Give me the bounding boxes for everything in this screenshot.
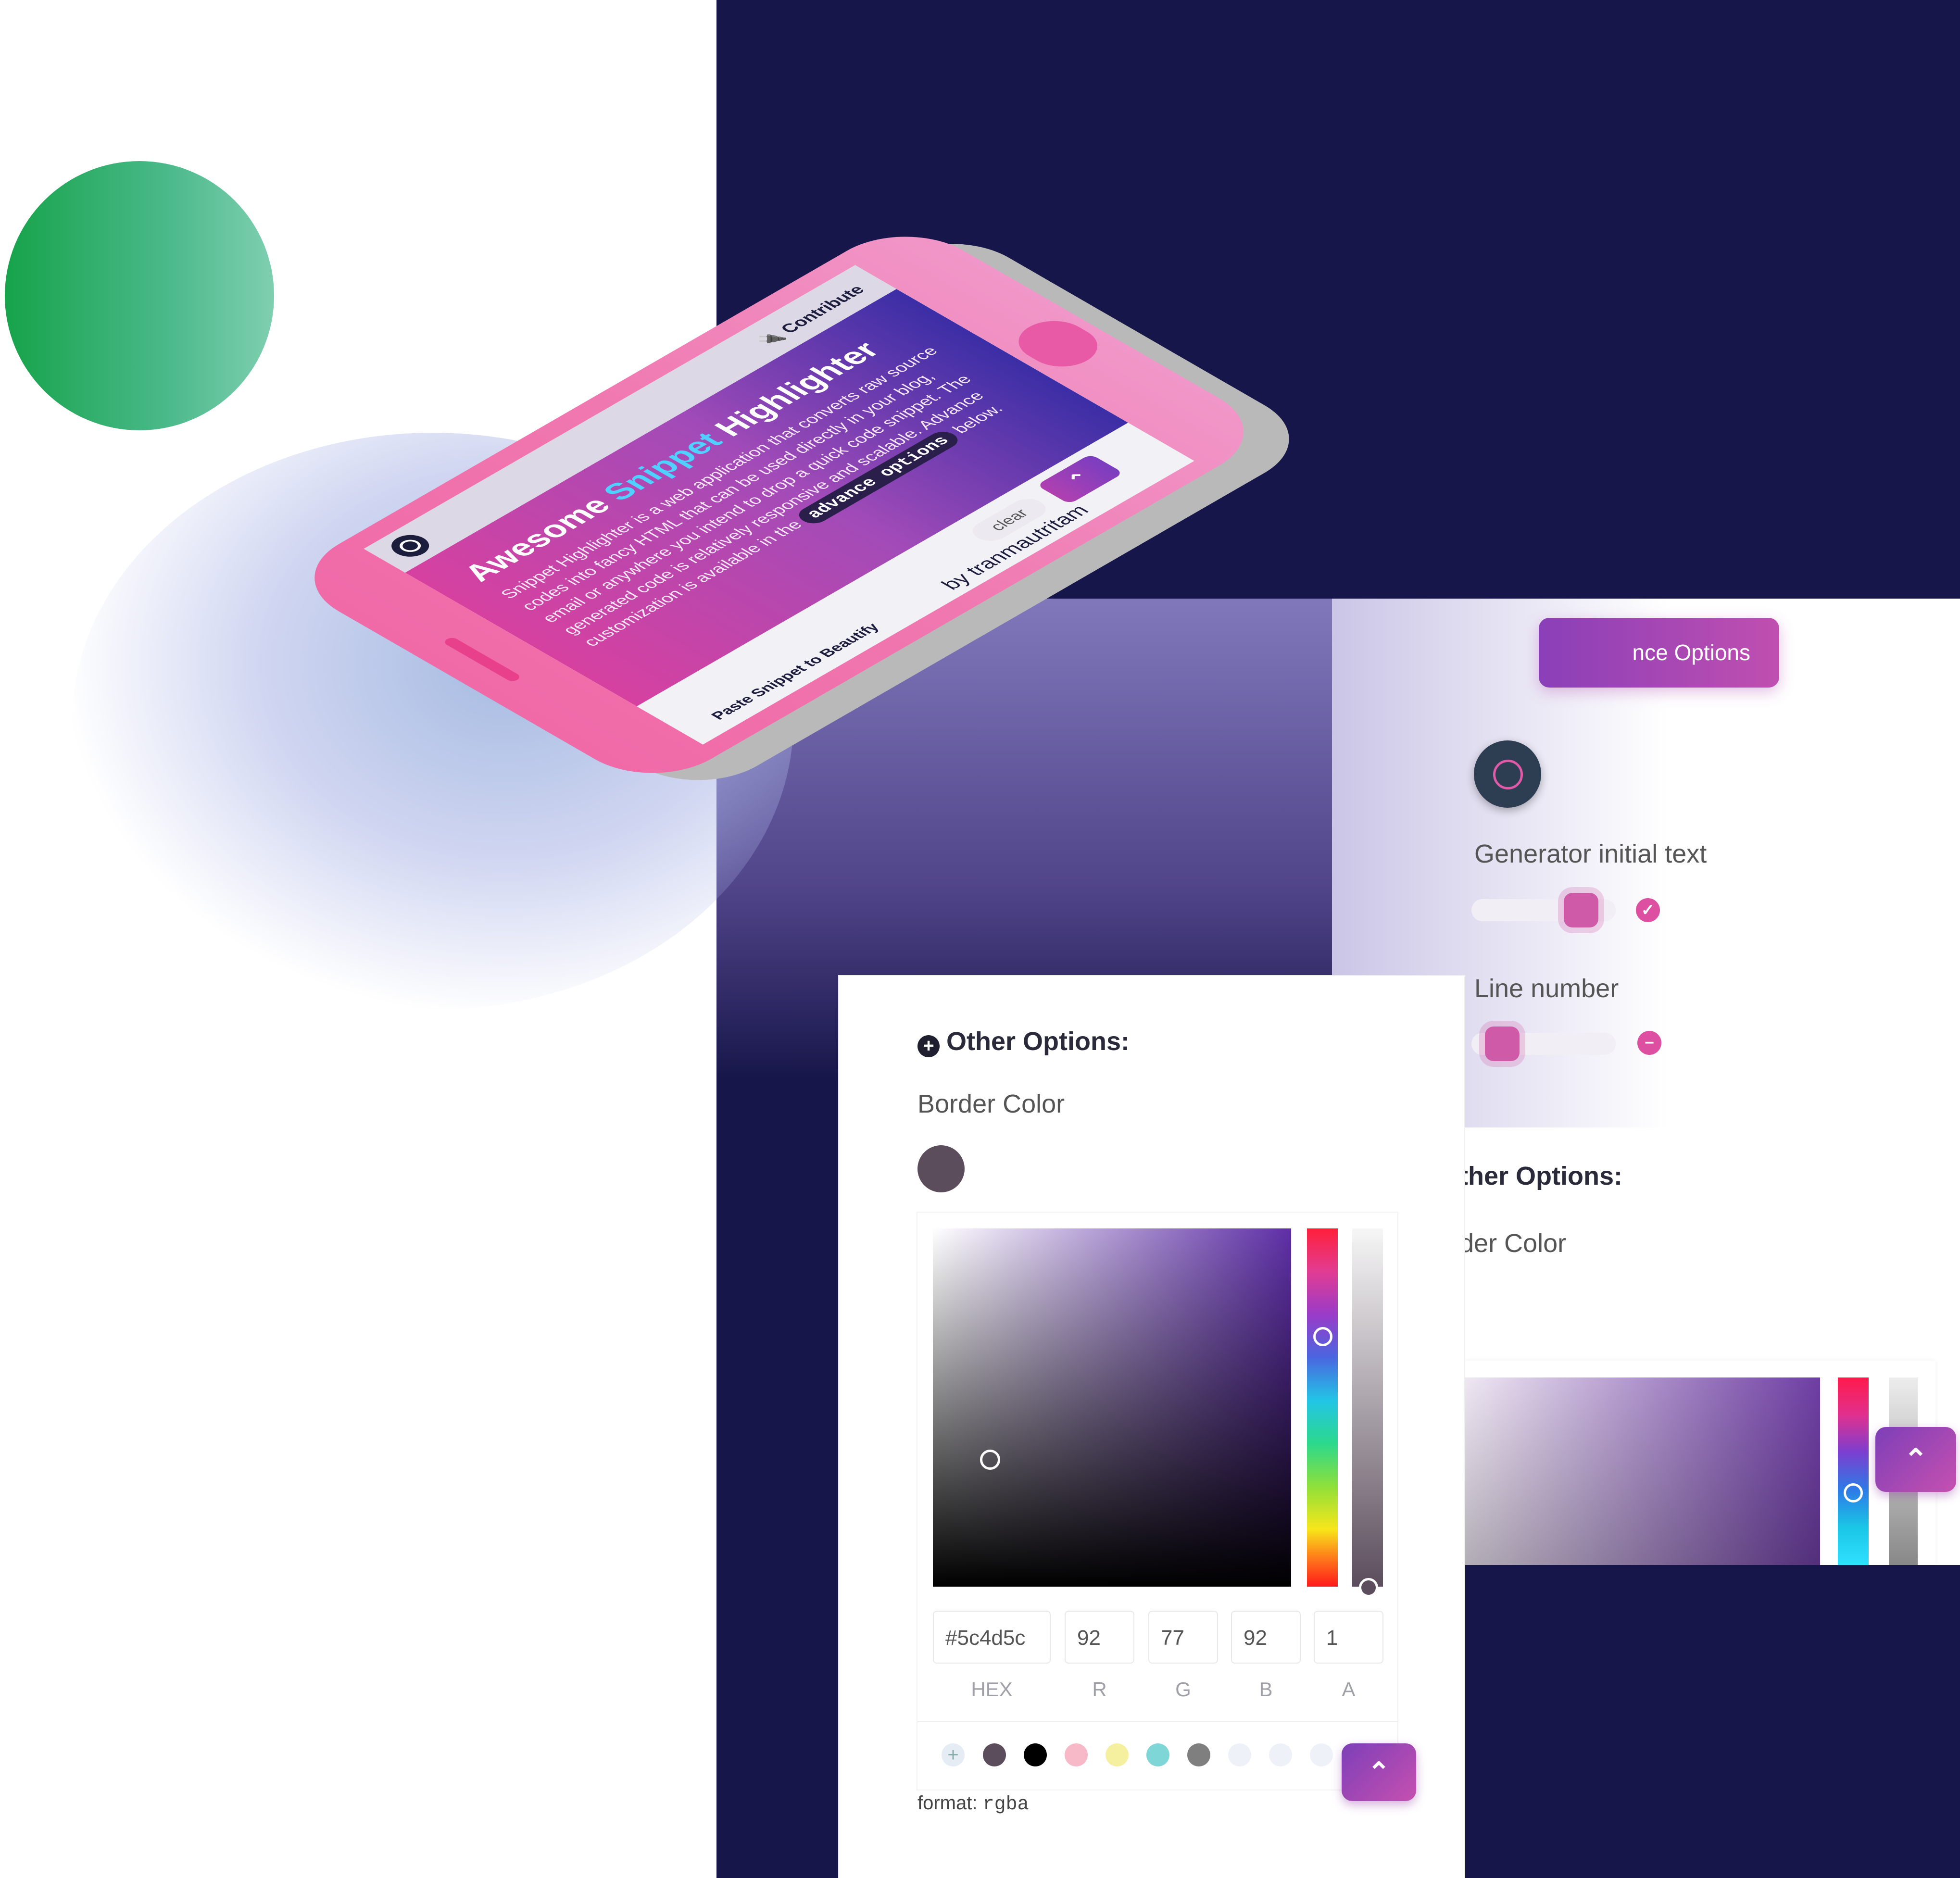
preset-swatch[interactable] [1106, 1743, 1129, 1766]
preset-swatch[interactable] [1228, 1743, 1251, 1766]
back-to-top-button[interactable]: ⌃ [1875, 1427, 1956, 1492]
other-options-label: Other Options: [946, 1027, 1130, 1056]
saturation-area[interactable] [933, 1228, 1291, 1587]
other-options-heading: ther Options: [1459, 1162, 1622, 1190]
alpha-input[interactable]: 1 [1314, 1611, 1383, 1664]
green-input[interactable]: 77 [1148, 1611, 1218, 1664]
green-decor-circle [5, 161, 274, 430]
green-caption: G [1175, 1678, 1191, 1701]
app-logo-icon [1474, 740, 1541, 808]
border-color-label: der Color [1459, 1229, 1567, 1258]
other-options-heading[interactable]: + Other Options: [917, 1027, 1130, 1057]
border-color-swatch[interactable] [917, 1145, 965, 1192]
preset-swatch[interactable] [1146, 1743, 1169, 1766]
preset-swatch[interactable] [1269, 1743, 1292, 1766]
blue-input[interactable]: 92 [1231, 1611, 1301, 1664]
format-label: format: [917, 1792, 983, 1814]
preset-swatch[interactable] [1187, 1743, 1210, 1766]
saturation-handle[interactable] [980, 1450, 1000, 1470]
alpha-slider[interactable] [1352, 1228, 1383, 1587]
preset-swatch[interactable] [983, 1743, 1006, 1766]
hex-input[interactable]: #5c4d5c [933, 1611, 1051, 1664]
preset-swatch[interactable] [1310, 1743, 1333, 1766]
add-preset-icon[interactable]: + [942, 1743, 965, 1766]
back-to-top-button[interactable]: ⌃ [1342, 1743, 1416, 1801]
preset-swatch[interactable] [1065, 1743, 1088, 1766]
divider [917, 1721, 1397, 1722]
check-icon: ✓ [1636, 898, 1660, 922]
preset-swatch[interactable] [1024, 1743, 1047, 1766]
advance-options-button[interactable]: nce Options [1539, 618, 1779, 688]
saturation-area[interactable] [1464, 1377, 1820, 1565]
logo-icon [383, 530, 437, 562]
hex-caption: HEX [971, 1678, 1013, 1701]
blue-caption: B [1259, 1678, 1273, 1701]
phone-speaker [442, 636, 523, 683]
plus-circle-icon: + [917, 1035, 940, 1057]
line-number-toggle-knob[interactable] [1485, 1027, 1520, 1061]
hue-slider-handle[interactable] [1844, 1483, 1863, 1502]
hue-slider[interactable] [1838, 1377, 1869, 1565]
format-indicator: format: rgba [917, 1792, 1029, 1815]
generator-toggle-knob[interactable] [1564, 893, 1598, 927]
alpha-caption: A [1342, 1678, 1356, 1701]
red-caption: R [1092, 1678, 1107, 1701]
hue-slider-handle[interactable] [1313, 1327, 1332, 1346]
minus-icon: − [1637, 1031, 1661, 1055]
red-input[interactable]: 92 [1065, 1611, 1134, 1664]
alpha-slider-handle[interactable] [1359, 1578, 1378, 1597]
navy-backdrop-corner [1464, 1565, 1960, 1878]
generator-initial-text-label: Generator initial text [1474, 839, 1707, 868]
hue-slider[interactable] [1307, 1228, 1338, 1587]
border-color-label: Border Color [917, 1089, 1065, 1118]
line-number-label: Line number [1474, 974, 1619, 1003]
format-value: rgba [982, 1794, 1029, 1815]
